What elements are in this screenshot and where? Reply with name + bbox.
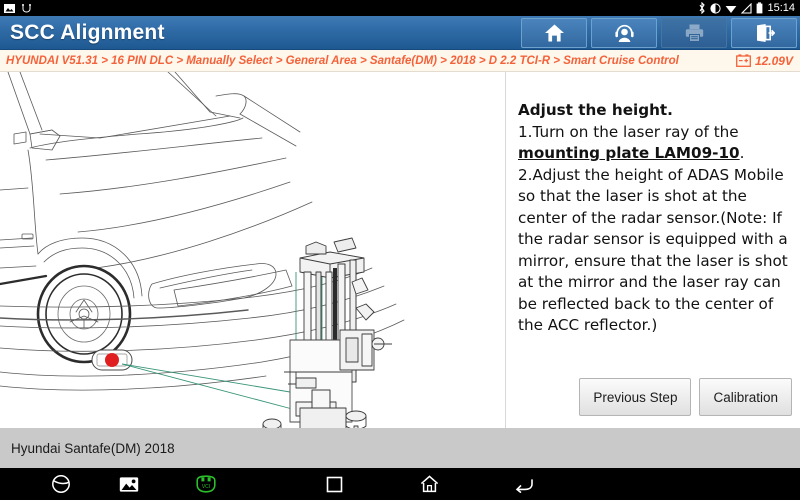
step1-suffix: . [739, 144, 745, 162]
illustration-panel [0, 72, 505, 428]
recents-button[interactable] [310, 468, 358, 500]
app-title-bar: SCC Alignment [0, 16, 800, 50]
print-button[interactable] [661, 18, 727, 48]
battery-icon [757, 2, 763, 14]
action-buttons: Previous Step Calibration [579, 378, 792, 416]
status-bar-left-icons [0, 3, 32, 14]
instruction-heading: Adjust the height. [518, 101, 673, 119]
browser-icon [52, 475, 70, 493]
step1-emphasis: mounting plate LAM09-10 [518, 144, 740, 162]
signal-icon [741, 2, 753, 14]
main-content: Adjust the height. 1.Turn on the laser r… [0, 72, 800, 428]
support-button[interactable] [591, 18, 657, 48]
vci-button[interactable]: VCI [182, 468, 230, 500]
breadcrumb-bar: HYUNDAI V51.31 > 16 PIN DLC > Manually S… [0, 50, 800, 72]
printer-icon [685, 24, 703, 42]
adas-calibration-diagram [0, 72, 405, 428]
bluetooth-icon [700, 2, 706, 14]
home-nav-icon [420, 475, 438, 493]
home-nav-button[interactable] [405, 468, 453, 500]
vehicle-label: Hyundai Santafe(DM) 2018 [11, 440, 175, 456]
instruction-steps: 1.Turn on the laser ray of the mounting … [518, 122, 788, 337]
screenshot-icon [4, 3, 15, 13]
calibration-button[interactable]: Calibration [699, 378, 792, 416]
toolbar-buttons [521, 18, 797, 48]
adjustment-knob [262, 418, 282, 428]
breadcrumb: HYUNDAI V51.31 > 16 PIN DLC > Manually S… [6, 54, 679, 67]
recents-icon [326, 476, 342, 492]
exit-icon [756, 24, 775, 42]
step2-text: 2.Adjust the height of ADAS Mobile so th… [518, 165, 788, 335]
usb-debug-icon [22, 3, 31, 12]
home-icon [544, 24, 564, 42]
instruction-panel: Adjust the height. 1.Turn on the laser r… [506, 72, 800, 428]
wifi-icon [726, 5, 737, 13]
gallery-icon [119, 476, 139, 492]
radar-sensor-marker [91, 349, 133, 371]
gallery-button[interactable] [105, 468, 153, 500]
adjustment-knob [345, 410, 367, 428]
home-button[interactable] [521, 18, 587, 48]
status-bar-right-icons: 15:14 [698, 2, 800, 14]
previous-step-button[interactable]: Previous Step [579, 378, 692, 416]
page-title: SCC Alignment [10, 20, 165, 44]
android-nav-bar: VCI [0, 468, 800, 500]
headset-icon [614, 24, 634, 42]
browser-button[interactable] [37, 468, 85, 500]
tablet-screen: 15:14 SCC Alignment HYUNDAI V51.31 > 16 … [0, 0, 800, 500]
back-button[interactable] [500, 468, 548, 500]
android-status-bar: 15:14 [0, 0, 800, 16]
back-icon [515, 478, 533, 493]
vehicle-info-bar: Hyundai Santafe(DM) 2018 [0, 428, 800, 468]
voltage-indicator: 12.09V [736, 54, 800, 68]
step1-prefix: 1.Turn on the laser ray of the [518, 122, 739, 141]
voltage-value: 12.09V [754, 53, 793, 68]
do-not-disturb-icon [710, 2, 722, 14]
exit-button[interactable] [731, 18, 797, 48]
status-bar-clock: 15:14 [767, 2, 795, 14]
instruction-text: Adjust the height. 1.Turn on the laser r… [518, 100, 788, 337]
svg-text:VCI: VCI [202, 484, 210, 490]
vci-icon: VCI [196, 475, 216, 493]
car-battery-icon [736, 54, 751, 67]
